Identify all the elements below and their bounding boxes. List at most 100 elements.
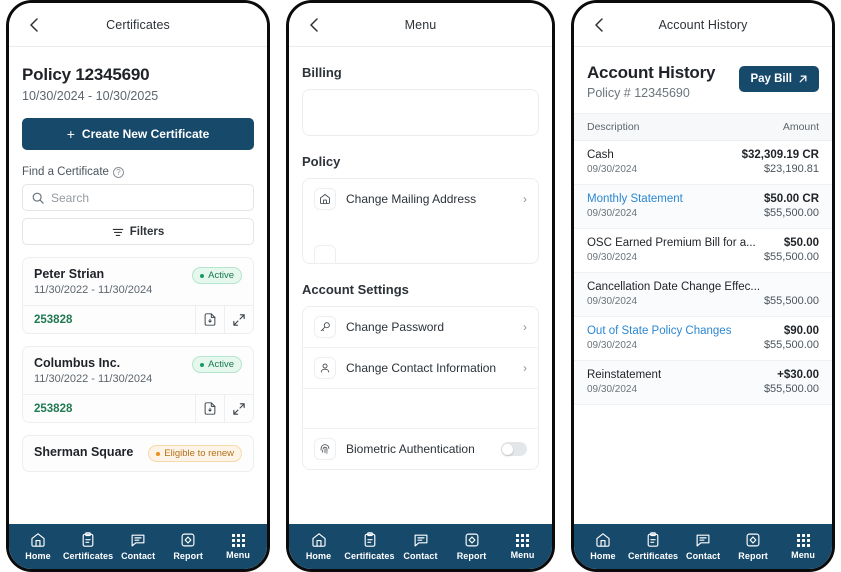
nav-label-contact: Contact <box>403 551 438 561</box>
pay-bill-button[interactable]: Pay Bill <box>739 66 819 92</box>
transaction-balance: $55,500.00 <box>763 295 819 307</box>
menu-item-label: Change Mailing Address <box>346 192 477 206</box>
transaction-description-link[interactable]: Out of State Policy Changes <box>587 325 731 337</box>
nav-item-menu[interactable]: Menu <box>778 533 828 560</box>
status-dot-icon <box>200 273 205 278</box>
download-document-icon[interactable] <box>195 395 224 422</box>
search-input[interactable]: Search <box>22 184 255 211</box>
plus-icon: + <box>66 126 75 142</box>
menu-item-biometric-authentication[interactable]: Biometric Authentication <box>303 428 538 469</box>
nav-item-certificates[interactable]: Certificates <box>63 532 113 561</box>
create-new-certificate-label: Create New Certificate <box>81 127 210 141</box>
nav-label-report: Report <box>456 551 487 561</box>
menu-item-label: Biometric Authentication <box>346 442 475 456</box>
status-badge: Active <box>192 356 243 373</box>
transaction-row[interactable]: Reinstatement +$30.00 09/30/2024 $55,500… <box>573 361 832 405</box>
transaction-date: 09/30/2024 <box>586 208 638 219</box>
certificate-card-header: Columbus Inc. 11/30/2022 - 11/30/2024 Ac… <box>23 347 253 394</box>
certificate-card-footer: 253828 <box>23 305 254 333</box>
nav-item-report[interactable]: Report <box>728 532 778 561</box>
transaction-description-link[interactable]: Monthly Statement <box>587 193 683 205</box>
transaction-amount: $32,309.19 CR <box>741 149 819 161</box>
nav-item-home[interactable]: Home <box>293 532 344 561</box>
report-shield-icon <box>745 532 761 548</box>
nav-item-home[interactable]: Home <box>578 532 628 561</box>
section-title-account-settings: Account Settings <box>302 282 409 297</box>
certificate-card[interactable]: Peter Strian 11/30/2022 - 11/30/2024 Act… <box>22 257 255 334</box>
biometric-toggle[interactable] <box>500 442 527 456</box>
expand-icon[interactable] <box>224 306 253 333</box>
transaction-row[interactable]: Monthly Statement $50.00 CR 09/30/2024 $… <box>573 185 832 229</box>
nav-item-certificates[interactable]: Certificates <box>344 532 395 561</box>
nav-label-certificates: Certificates <box>627 551 679 561</box>
topbar-menu: Menu <box>289 3 552 47</box>
nav-item-menu[interactable]: Menu <box>497 533 548 560</box>
topbar-certificates: Certificates <box>9 3 268 47</box>
nav-item-menu[interactable]: Menu <box>213 533 263 560</box>
back-icon[interactable] <box>306 17 322 33</box>
expand-icon[interactable] <box>224 395 253 422</box>
download-document-icon[interactable] <box>195 306 224 333</box>
nav-item-home[interactable]: Home <box>13 532 63 561</box>
nav-label-home: Home <box>25 551 51 561</box>
filters-button[interactable]: Filters <box>22 218 255 245</box>
menu-item-change-contact-information[interactable]: Change Contact Information › <box>303 347 538 388</box>
menu-item-change-mailing-address[interactable]: Change Mailing Address › <box>303 179 538 219</box>
certificate-card[interactable]: Columbus Inc. 11/30/2022 - 11/30/2024 Ac… <box>22 346 255 423</box>
transactions-table-header: Description Amount <box>573 114 832 141</box>
certificate-dates: 11/30/2022 - 11/30/2024 <box>34 284 153 296</box>
status-badge: Eligible to renew <box>148 445 243 462</box>
nav-item-contact[interactable]: Contact <box>395 532 446 561</box>
find-certificate-text: Find a Certificate <box>22 166 109 178</box>
certificate-number-link[interactable]: 253828 <box>34 403 72 415</box>
question-mark-icon[interactable]: ? <box>112 166 124 178</box>
transaction-description: Cancellation Date Change Effec... <box>586 281 761 293</box>
transaction-date: 09/30/2024 <box>586 384 638 395</box>
home-icon <box>595 532 611 548</box>
chevron-right-icon: › <box>522 361 527 375</box>
nav-item-report[interactable]: Report <box>163 532 213 561</box>
home-icon <box>30 532 46 548</box>
menu-card-spacer <box>303 388 538 428</box>
menu-item-change-password[interactable]: Change Password › <box>303 307 538 347</box>
screenshot-root: Certificates Policy 12345690 10/30/2024 … <box>0 0 841 572</box>
nav-item-report[interactable]: Report <box>446 532 497 561</box>
status-badge-label: Active <box>208 270 235 281</box>
nav-item-contact[interactable]: Contact <box>678 532 728 561</box>
certificate-card-footer: 253828 <box>23 394 254 422</box>
phone-account-history: Account History Account History Policy #… <box>570 0 835 572</box>
bottom-navigation: Home Certificates Contact Report Menu <box>289 524 552 569</box>
grid-dots-icon <box>796 533 810 547</box>
transaction-row[interactable]: Cancellation Date Change Effec... 09/30/… <box>573 273 832 317</box>
filter-icon <box>112 226 124 238</box>
nav-label-contact: Contact <box>121 551 156 561</box>
arrow-up-right-icon <box>798 74 808 84</box>
nav-label-menu: Menu <box>791 549 815 560</box>
nav-item-contact[interactable]: Contact <box>113 532 163 561</box>
back-icon[interactable] <box>26 17 42 33</box>
create-new-certificate-button[interactable]: + Create New Certificate <box>22 118 255 150</box>
transaction-row[interactable]: Cash $32,309.19 CR 09/30/2024 $23,190.81 <box>573 141 832 185</box>
transaction-row[interactable]: Out of State Policy Changes $90.00 09/30… <box>573 317 832 361</box>
account-history-body: Account History Policy # 12345690 Pay Bi… <box>573 47 832 524</box>
topbar-account-history: Account History <box>573 3 832 47</box>
nav-label-contact: Contact <box>686 551 721 561</box>
nav-item-certificates[interactable]: Certificates <box>628 532 678 561</box>
certificate-card-header: Peter Strian 11/30/2022 - 11/30/2024 Act… <box>23 258 253 305</box>
transaction-row[interactable]: OSC Earned Premium Bill for a... $50.00 … <box>573 229 832 273</box>
transaction-balance: $23,190.81 <box>763 163 819 175</box>
certificate-name: Sherman Square <box>34 445 134 459</box>
certificate-number-link[interactable]: 253828 <box>34 314 72 326</box>
search-icon <box>32 192 44 204</box>
certificate-card[interactable]: Sherman Square Eligible to renew <box>22 435 255 472</box>
transaction-balance: $55,500.00 <box>763 251 819 263</box>
back-icon[interactable] <box>591 17 607 33</box>
home-icon <box>311 532 327 548</box>
transaction-amount: $90.00 <box>783 325 819 337</box>
transaction-amount: +$30.00 <box>777 369 819 381</box>
billing-card-empty[interactable] <box>302 89 539 136</box>
menu-item-label: Change Password <box>346 320 445 334</box>
clipboard-icon <box>645 532 661 548</box>
account-history-title: Account History <box>586 63 716 82</box>
certificate-name: Peter Strian <box>34 267 105 281</box>
